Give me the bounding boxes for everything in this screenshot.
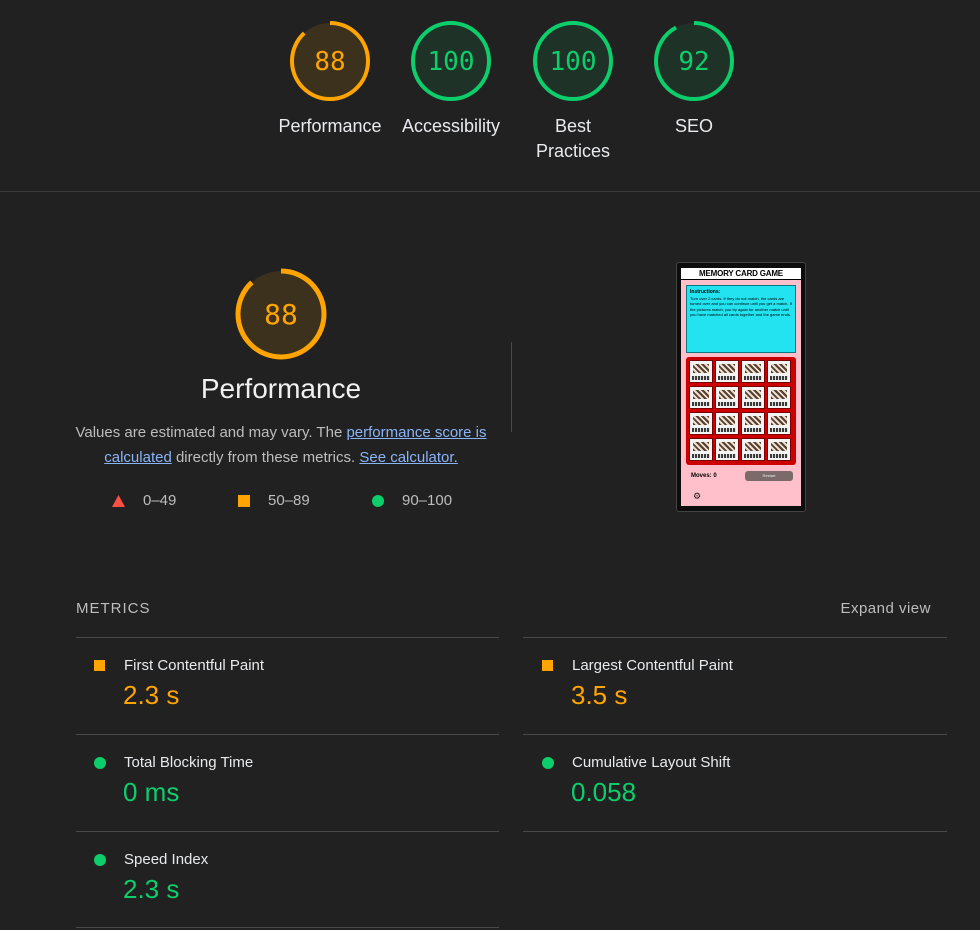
performance-gauge: 88 bbox=[235, 268, 327, 360]
metric-value: 0.058 bbox=[571, 777, 637, 807]
card-grid bbox=[686, 357, 796, 465]
gauge-label: Accessibility bbox=[401, 116, 501, 136]
divider bbox=[511, 342, 512, 432]
final-screenshot[interactable]: MEMORY CARD GAME Instructions: Turn over… bbox=[676, 262, 806, 512]
moves-counter: Moves: 0 bbox=[691, 473, 717, 479]
metric-value: 0 ms bbox=[123, 777, 180, 807]
gauge-ring: 100 bbox=[411, 21, 491, 101]
metric-name: Cumulative Layout Shift bbox=[572, 754, 731, 771]
divider bbox=[523, 637, 947, 638]
legend-range: 90–100 bbox=[402, 492, 453, 509]
metric-name: Largest Contentful Paint bbox=[572, 657, 733, 674]
card bbox=[715, 386, 739, 409]
description-text: directly from these metrics. bbox=[171, 449, 360, 466]
metric-name: Speed Index bbox=[124, 851, 209, 868]
card bbox=[741, 360, 765, 383]
instructions-box: Instructions: Turn over 2 cards. If they… bbox=[686, 285, 796, 353]
gauge-score: 100 bbox=[550, 47, 597, 77]
instructions-text: Turn over 2 cards. If they do not match,… bbox=[690, 295, 792, 318]
gauge-score: 100 bbox=[428, 47, 475, 77]
card bbox=[741, 412, 765, 435]
card bbox=[741, 438, 765, 461]
square-icon bbox=[542, 660, 553, 671]
card bbox=[767, 412, 791, 435]
circle-icon bbox=[94, 854, 106, 866]
circle-icon bbox=[94, 757, 106, 769]
legend-average: 50–89 bbox=[238, 492, 310, 509]
divider bbox=[76, 734, 499, 735]
card bbox=[715, 360, 739, 383]
legend-fail: 0–49 bbox=[112, 492, 176, 509]
divider bbox=[76, 927, 499, 928]
legend-range: 0–49 bbox=[143, 492, 177, 509]
gauge-ring: 100 bbox=[533, 21, 613, 101]
score-summary: 88 Performance 100 Accessibility 100 Bes… bbox=[0, 0, 980, 192]
performance-description: Values are estimated and may vary. The p… bbox=[70, 420, 492, 470]
game-title: MEMORY CARD GAME bbox=[681, 268, 801, 280]
metric-value: 3.5 s bbox=[571, 680, 628, 710]
gauge-seo[interactable]: 92 SEO bbox=[639, 20, 749, 139]
triangle-icon bbox=[112, 494, 125, 507]
legend-pass: 90–100 bbox=[372, 492, 452, 509]
gauge-ring: 92 bbox=[654, 21, 734, 101]
card bbox=[689, 438, 713, 461]
card bbox=[689, 412, 713, 435]
gauge-score: 88 bbox=[314, 47, 345, 77]
gauge-best-practices[interactable]: 100 Best Practices bbox=[518, 20, 628, 164]
divider bbox=[76, 831, 499, 832]
metric-value: 2.3 s bbox=[123, 680, 180, 710]
gauge-ring: 88 bbox=[290, 21, 370, 101]
gauge-label: SEO bbox=[674, 116, 713, 136]
card bbox=[767, 438, 791, 461]
gauge-label: Performance bbox=[278, 116, 382, 136]
expand-view-toggle[interactable]: Expand view bbox=[840, 600, 931, 617]
description-text: Values are estimated and may vary. The bbox=[75, 424, 347, 441]
restart-button: Restart bbox=[745, 471, 793, 481]
card bbox=[767, 360, 791, 383]
card bbox=[767, 386, 791, 409]
square-icon bbox=[238, 494, 250, 507]
circle-icon bbox=[542, 757, 554, 769]
divider bbox=[76, 637, 499, 638]
card bbox=[689, 386, 713, 409]
see-calculator-link[interactable]: See calculator. bbox=[359, 449, 457, 466]
gear-icon: ⚙ bbox=[693, 491, 702, 501]
circle-icon bbox=[372, 494, 384, 507]
instructions-heading: Instructions: bbox=[690, 289, 721, 295]
performance-score: 88 bbox=[264, 298, 298, 331]
square-icon bbox=[94, 660, 105, 671]
metric-name: First Contentful Paint bbox=[124, 657, 265, 674]
card bbox=[715, 412, 739, 435]
divider bbox=[523, 831, 947, 832]
card bbox=[715, 438, 739, 461]
gauge-performance[interactable]: 88 Performance bbox=[275, 20, 385, 139]
divider bbox=[523, 734, 947, 735]
gauge-label: Best Practices bbox=[535, 116, 611, 161]
metric-name: Total Blocking Time bbox=[124, 754, 254, 771]
gauge-accessibility[interactable]: 100 Accessibility bbox=[396, 20, 506, 139]
screenshot-screen: MEMORY CARD GAME Instructions: Turn over… bbox=[681, 268, 801, 506]
card bbox=[741, 386, 765, 409]
metric-value: 2.3 s bbox=[123, 874, 180, 904]
legend-range: 50–89 bbox=[268, 492, 310, 509]
gauge-score: 92 bbox=[678, 47, 709, 77]
metrics-header: METRICS bbox=[76, 600, 151, 617]
card bbox=[689, 360, 713, 383]
performance-title: Performance bbox=[200, 373, 362, 404]
